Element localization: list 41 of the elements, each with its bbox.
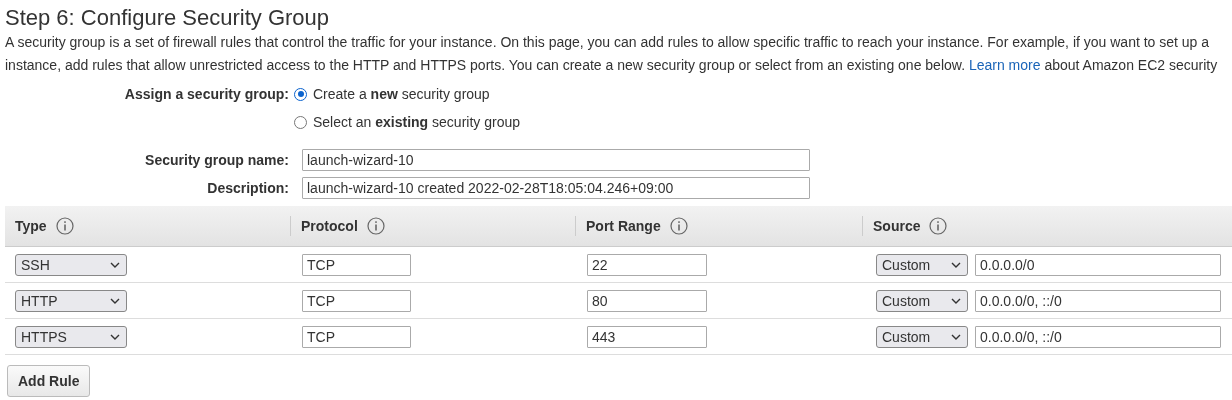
dropdown[interactable]: SSH xyxy=(15,253,127,276)
input-field[interactable]: 0.0.0.0/0, ::/0 xyxy=(975,325,1221,348)
form-label: Security group name: xyxy=(145,151,289,170)
description-text: instance, add rules that allow unrestricted access to the HTTP and HTTPS ports. You can create a new security group or select from an existing one below. Learn more about Amazon EC2 security xyxy=(5,56,1218,75)
form-label: Assign a security group: xyxy=(124,85,289,104)
input-field[interactable]: 0.0.0.0/0, ::/0 xyxy=(975,289,1221,312)
dropdown[interactable]: HTTPS xyxy=(15,325,127,348)
radio-option[interactable]: Select an existing security group xyxy=(294,111,520,133)
caret-icon xyxy=(110,261,120,268)
form-label: Description: xyxy=(207,179,289,198)
caret-icon xyxy=(951,297,961,304)
dropdown[interactable]: Custom xyxy=(876,253,968,276)
description-text: A security group is a set of firewall rules that control the traffic for your instance. On this page, you can add rules to allow specific traffic to reach your instance. For example, if you want to set up a xyxy=(5,33,1210,52)
info-icon[interactable] xyxy=(929,217,948,235)
page-title: Step 6: Configure Security Group xyxy=(5,5,330,31)
column-header: Port Range xyxy=(586,218,661,234)
caret-icon xyxy=(110,333,120,340)
column-header: Source xyxy=(873,218,921,234)
info-icon[interactable] xyxy=(669,217,688,235)
caret-icon xyxy=(951,261,961,268)
input-field[interactable]: TCP xyxy=(302,325,411,348)
column-header: Type xyxy=(15,218,47,234)
input-field[interactable]: TCP xyxy=(302,253,411,276)
info-icon[interactable] xyxy=(55,217,74,235)
column-header: Protocol xyxy=(301,218,358,234)
dropdown[interactable]: Custom xyxy=(876,325,968,348)
input-field[interactable]: 22 xyxy=(587,253,707,276)
input-field[interactable]: launch-wizard-10 xyxy=(302,149,810,171)
caret-icon xyxy=(951,333,961,340)
learn-more-link[interactable]: Learn more xyxy=(968,57,1041,73)
radio-option[interactable]: Create a new security group xyxy=(294,83,490,105)
input-field[interactable]: launch-wizard-10 created 2022-02-28T18:05:04.246+09:00 xyxy=(302,177,810,199)
add-rule-button[interactable]: Add Rule xyxy=(7,365,91,397)
dropdown[interactable]: Custom xyxy=(876,289,968,312)
input-field[interactable]: 80 xyxy=(587,289,707,312)
info-icon[interactable] xyxy=(366,217,385,235)
dropdown[interactable]: HTTP xyxy=(15,289,127,312)
input-field[interactable]: 443 xyxy=(587,325,707,348)
input-field[interactable]: TCP xyxy=(302,289,411,312)
input-field[interactable]: 0.0.0.0/0 xyxy=(975,253,1221,276)
caret-icon xyxy=(110,297,120,304)
